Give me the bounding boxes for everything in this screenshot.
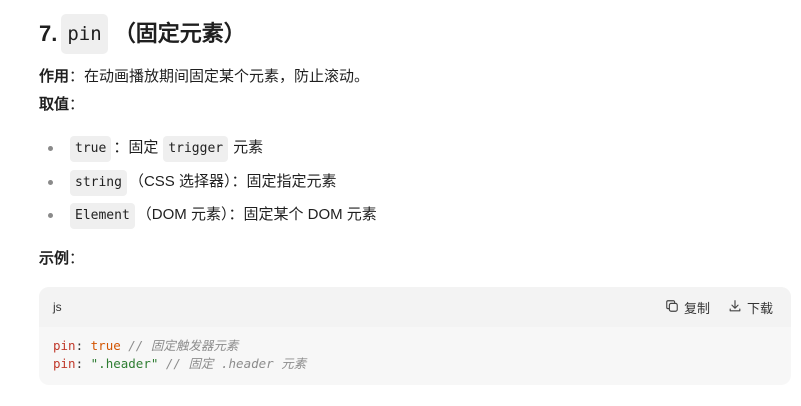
- code-line: pin: true // 固定触发器元素: [53, 337, 777, 355]
- values-label: 取值: [39, 96, 70, 113]
- code-comment: // 固定触发器元素: [128, 338, 239, 353]
- inline-code: string: [70, 169, 127, 196]
- list-item: Element （DOM 元素）：固定某个 DOM 元素: [39, 203, 377, 237]
- values-line: 取值：: [39, 94, 84, 116]
- code-language: js: [53, 300, 62, 314]
- code-key: pin: [53, 356, 76, 371]
- code-actions: 复制 下载: [665, 298, 773, 317]
- code-line: pin: ".header" // 固定 .header 元素: [53, 355, 777, 373]
- values-colon: ：: [69, 96, 85, 113]
- download-label: 下载: [746, 300, 773, 316]
- list-item-text: （CSS 选择器）：固定指定元素: [128, 172, 337, 190]
- section-heading: 7. pin （固定元素）: [39, 14, 246, 54]
- purpose-text: 在动画播放期间固定某个元素，防止滚动。: [84, 68, 370, 85]
- inline-code: Element: [70, 203, 135, 229]
- example-line: 示例：: [39, 248, 84, 270]
- bullet-dot: [48, 146, 53, 151]
- inline-code: true: [70, 136, 112, 162]
- bullet-dot: [48, 179, 53, 185]
- example-label: 示例: [39, 250, 70, 267]
- example-colon: ：: [69, 250, 85, 267]
- code-value: true: [90, 338, 121, 353]
- list-item: true ：固定 trigger 元素: [39, 136, 377, 170]
- heading-title: （固定元素）: [113, 21, 246, 46]
- bullet-dot: [48, 213, 53, 218]
- code-block-header: js 复制 下载: [39, 287, 791, 327]
- code-body: pin: true // 固定触发器元素 pin: ".header" // 固…: [39, 327, 791, 383]
- inline-code: trigger: [163, 136, 229, 162]
- code-block: js 复制 下载 pin: true // 固定触发器元素 pin: ".hea…: [39, 287, 791, 385]
- download-icon: [728, 299, 742, 316]
- list-item: string （CSS 选择器）：固定指定元素: [39, 169, 377, 204]
- list-item-text: ：固定: [113, 139, 159, 156]
- list-item-text: （DOM 元素）：固定某个 DOM 元素: [136, 206, 377, 223]
- list-item-text: 元素: [233, 139, 264, 156]
- document: 7. pin （固定元素） 作用：在动画播放期间固定某个元素，防止滚动。 取值：…: [0, 0, 801, 406]
- purpose-label: 作用: [39, 68, 70, 85]
- code-colon: :: [75, 338, 84, 353]
- code-colon: :: [75, 356, 84, 371]
- purpose-line: 作用：在动画播放期间固定某个元素，防止滚动。: [39, 66, 369, 88]
- copy-button[interactable]: 复制: [665, 298, 710, 317]
- values-list: true ：固定 trigger 元素 string （CSS 选择器）：固定指…: [39, 136, 377, 237]
- purpose-colon: ：: [69, 68, 85, 85]
- copy-label: 复制: [683, 300, 710, 316]
- heading-number: 7.: [39, 21, 58, 46]
- code-value: ".header": [90, 356, 159, 371]
- code-comment: // 固定 .header 元素: [165, 356, 307, 371]
- heading-code: pin: [61, 14, 108, 54]
- download-button[interactable]: 下载: [728, 298, 773, 317]
- code-key: pin: [53, 338, 76, 353]
- copy-icon: [665, 299, 679, 316]
